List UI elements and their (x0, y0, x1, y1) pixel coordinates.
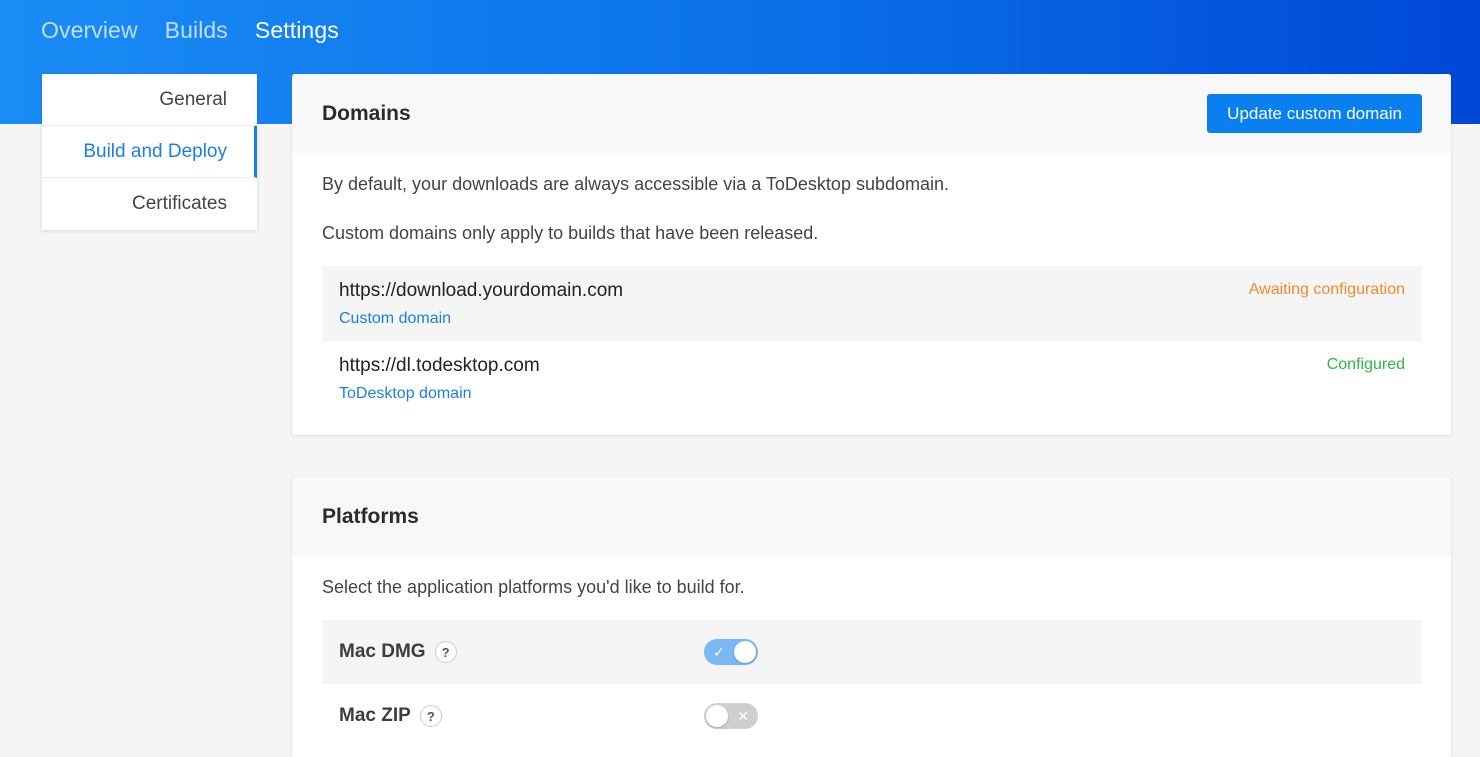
domains-card: Domains Update custom domain By default,… (292, 74, 1451, 435)
domain-row: https://dl.todesktop.com ToDesktop domai… (322, 341, 1422, 416)
sidebar-item-build-and-deploy[interactable]: Build and Deploy (42, 126, 257, 178)
toggle-knob (706, 705, 728, 727)
platform-label: Mac DMG (339, 641, 426, 662)
domain-type-link[interactable]: Custom domain (339, 308, 623, 330)
platforms-title: Platforms (322, 504, 419, 528)
close-icon: ✕ (737, 708, 749, 724)
top-nav-overview[interactable]: Overview (41, 17, 138, 44)
domains-description-custom: Custom domains only apply to builds that… (322, 223, 819, 243)
help-icon[interactable]: ? (434, 641, 457, 663)
domain-status-badge: Awaiting configuration (1248, 281, 1405, 298)
domain-type-link[interactable]: ToDesktop domain (339, 383, 540, 405)
help-icon[interactable]: ? (419, 705, 442, 727)
domain-row: https://download.yourdomain.com Custom d… (322, 266, 1422, 341)
sidebar-item-general[interactable]: General (42, 74, 257, 126)
top-nav-settings[interactable]: Settings (255, 17, 339, 44)
mac-dmg-toggle[interactable]: ✓ (704, 639, 758, 665)
platform-row-mac-zip: Mac ZIP ? ✕ (322, 684, 1422, 748)
mac-zip-toggle[interactable]: ✕ (704, 703, 758, 729)
platform-label: Mac ZIP (339, 705, 411, 726)
sidebar-item-certificates[interactable]: Certificates (42, 178, 257, 230)
checkmark-icon: ✓ (713, 644, 725, 660)
settings-sidebar: General Build and Deploy Certificates (42, 74, 257, 230)
platforms-description: Select the application platforms you'd l… (322, 577, 745, 597)
top-nav-builds[interactable]: Builds (165, 17, 228, 44)
top-nav: Overview Builds Settings (41, 14, 339, 46)
platform-row-mac-dmg: Mac DMG ? ✓ (322, 620, 1422, 684)
domains-card-header: Domains Update custom domain (292, 74, 1451, 153)
domains-description-default: By default, your downloads are always ac… (322, 174, 950, 194)
domain-url: https://download.yourdomain.com (339, 280, 624, 301)
platforms-card: Platforms Select the application platfor… (292, 477, 1451, 757)
domain-status-badge: Configured (1326, 356, 1405, 373)
platforms-card-header: Platforms (292, 477, 1451, 556)
toggle-knob (734, 641, 756, 663)
domains-title: Domains (322, 101, 411, 125)
domain-url: https://dl.todesktop.com (339, 355, 540, 376)
update-custom-domain-button[interactable]: Update custom domain (1207, 94, 1422, 133)
